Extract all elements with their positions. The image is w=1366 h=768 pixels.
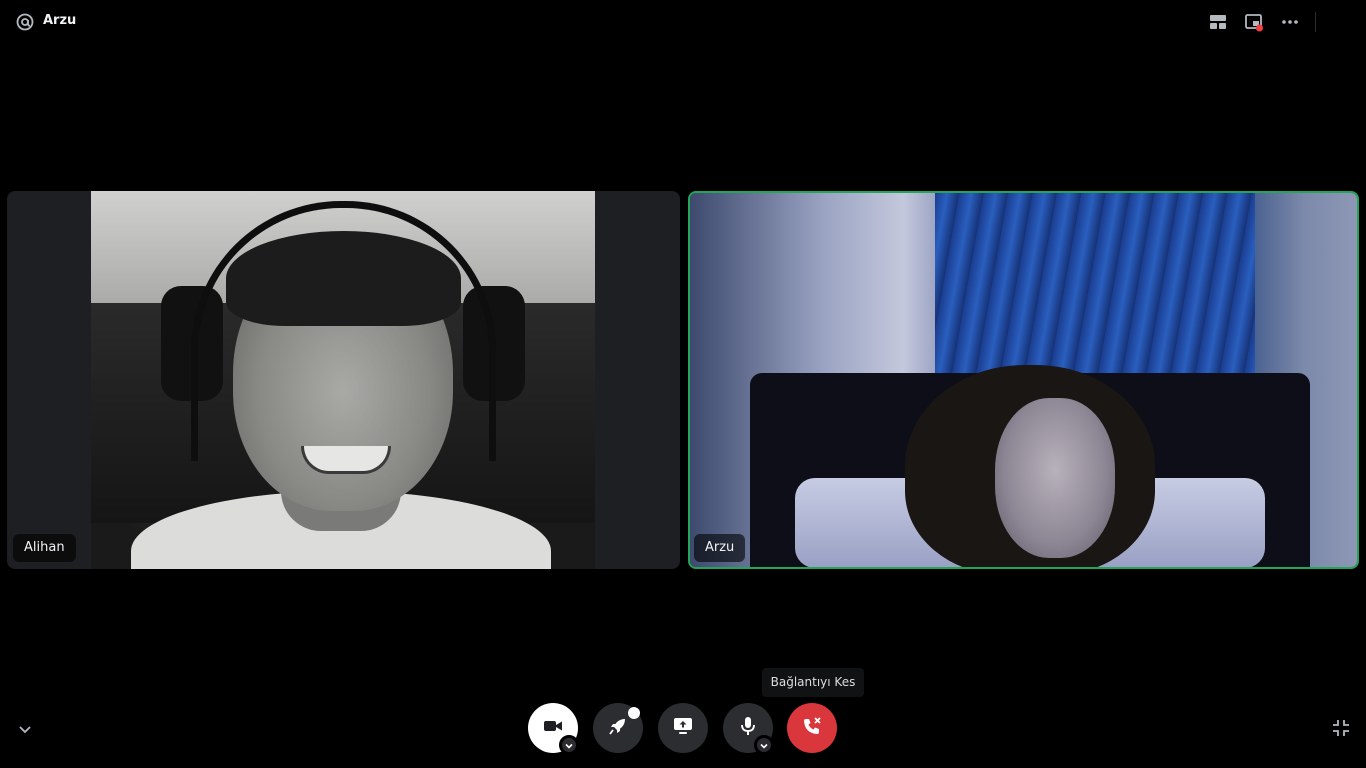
camera-options-caret[interactable] <box>559 735 579 755</box>
video-camera-icon <box>542 715 564 741</box>
video-tile-arzu[interactable]: Arzu <box>688 191 1359 569</box>
participant-name-tag: Alihan <box>13 534 76 562</box>
video-tile-alihan[interactable]: Alihan <box>7 191 680 569</box>
video-feed-arzu <box>690 193 1357 567</box>
exit-fullscreen-icon[interactable] <box>1331 718 1351 738</box>
channel-name: Arzu <box>43 13 77 28</box>
disconnect-button[interactable] <box>787 703 837 753</box>
chevron-down-icon <box>564 736 574 755</box>
microphone-icon <box>737 715 759 741</box>
video-feed-alihan <box>91 191 595 569</box>
popout-window-icon[interactable] <box>1244 12 1264 32</box>
chevron-down-icon <box>759 736 769 755</box>
grid-layout-icon[interactable] <box>1208 12 1228 32</box>
phone-hangup-icon <box>801 715 823 741</box>
share-screen-button[interactable] <box>658 703 708 753</box>
screen-share-icon <box>672 715 694 741</box>
at-sign-icon <box>15 12 35 32</box>
rocket-icon <box>607 715 629 741</box>
activity-notification-dot <box>628 707 640 719</box>
more-options-icon[interactable] <box>1280 12 1300 32</box>
top-bar: Arzu <box>0 0 1366 44</box>
collapse-chevron-icon[interactable] <box>16 720 34 738</box>
disconnect-tooltip: Bağlantıyı Kes <box>762 668 864 697</box>
top-divider <box>1315 12 1316 32</box>
microphone-options-caret[interactable] <box>754 735 774 755</box>
participant-name-tag: Arzu <box>694 534 746 562</box>
